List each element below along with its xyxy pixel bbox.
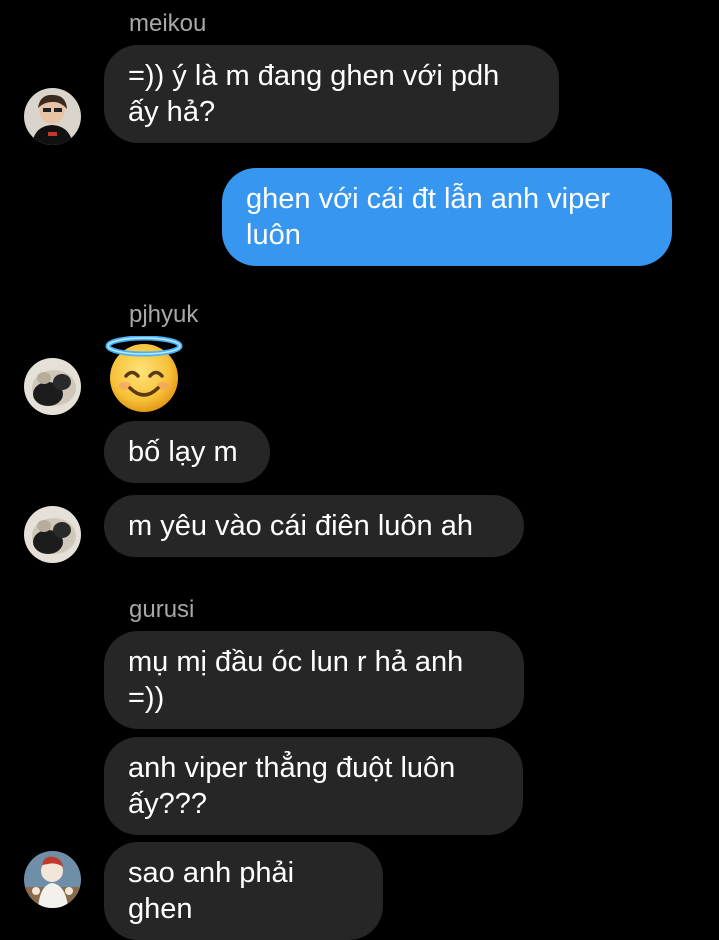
sender-name-gurusi: gurusi <box>129 596 195 623</box>
avatar-gurusi[interactable] <box>24 851 81 908</box>
sender-name-meikou: meikou <box>129 10 207 37</box>
message-bubble[interactable]: sao anh phải ghen <box>104 842 383 940</box>
smiling-face-with-halo-icon[interactable] <box>104 336 184 414</box>
avatar-pjhyuk[interactable] <box>24 506 81 563</box>
message-bubble[interactable]: =)) ý là m đang ghen với pdh ấy hả? <box>104 45 559 143</box>
message-bubble[interactable]: anh viper thẳng đuột luôn ấy??? <box>104 737 523 835</box>
avatar-pjhyuk[interactable] <box>24 358 81 415</box>
avatar-meikou[interactable] <box>24 88 81 145</box>
message-bubble[interactable]: mụ mị đầu óc lun r hả anh =)) <box>104 631 524 729</box>
message-bubble-outgoing[interactable]: ghen với cái đt lẫn anh viper luôn <box>222 168 672 266</box>
message-bubble[interactable]: m yêu vào cái điên luôn ah <box>104 495 524 557</box>
sender-name-pjhyuk: pjhyuk <box>129 301 199 328</box>
message-bubble[interactable]: bố lạy m <box>104 421 270 483</box>
